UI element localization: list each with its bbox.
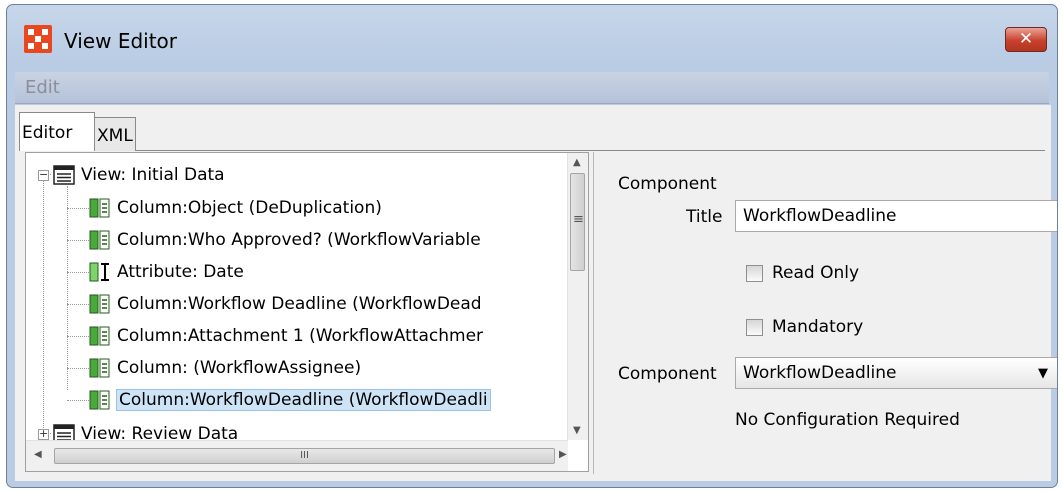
grip-icon: III xyxy=(300,450,309,461)
tree-item-label: Column:Attachment 1 (WorkflowAttachmer xyxy=(117,326,484,346)
configuration-note: No Configuration Required xyxy=(735,410,960,430)
tree-item-column[interactable]: Column:Object (DeDuplication) xyxy=(67,193,382,223)
tree-item-label: View: Initial Data xyxy=(81,165,225,185)
tree-horizontal-scrollbar[interactable]: ◀ III ▶ xyxy=(26,440,568,471)
section-title: Component xyxy=(618,174,717,194)
scroll-down-arrow-icon[interactable]: ▼ xyxy=(573,425,581,436)
tree-item-column-selected[interactable]: Column:WorkflowDeadline (WorkflowDeadli xyxy=(67,385,491,415)
expand-toggle-icon[interactable]: + xyxy=(38,428,49,440)
tree-connector xyxy=(67,239,89,241)
mandatory-checkbox[interactable]: Mandatory xyxy=(746,317,863,337)
tree-vertical-scrollbar[interactable]: ▲ ≡ ▼ xyxy=(567,153,588,440)
tree-item-column[interactable]: Column:Attachment 1 (WorkflowAttachmer xyxy=(67,321,483,351)
title-bar[interactable]: View Editor ✕ xyxy=(7,5,1057,67)
scroll-right-arrow-icon[interactable]: ▶ xyxy=(559,449,567,460)
tree-connector xyxy=(67,367,89,369)
column-icon xyxy=(89,358,110,378)
column-icon xyxy=(89,326,110,346)
view-list-icon xyxy=(53,165,75,185)
column-icon xyxy=(89,390,110,410)
component-selected-value: WorkflowDeadline xyxy=(743,363,897,383)
horizontal-scroll-thumb[interactable]: III xyxy=(54,448,555,464)
tree-item-column[interactable]: Column:Workflow Deadline (WorkflowDead xyxy=(67,289,482,319)
tree-connector xyxy=(67,207,89,209)
tree-item-view-initial-data[interactable]: − View: Initial Data xyxy=(38,160,225,190)
close-icon: ✕ xyxy=(1018,29,1034,49)
read-only-checkbox[interactable]: Read Only xyxy=(746,263,859,283)
component-label: Component xyxy=(618,364,717,384)
window-title: View Editor xyxy=(64,29,178,53)
dropdown-arrow-icon[interactable]: ▼ xyxy=(1038,366,1048,381)
column-icon xyxy=(89,230,110,250)
close-button[interactable]: ✕ xyxy=(1005,27,1047,52)
tree-connector xyxy=(43,174,44,440)
tree-item-label: Column:Object (DeDuplication) xyxy=(117,198,382,218)
app-logo-icon xyxy=(24,25,52,53)
tree-item-label: Column:Workflow Deadline (WorkflowDead xyxy=(117,294,482,314)
column-icon xyxy=(89,198,110,218)
checkbox-box[interactable] xyxy=(746,264,763,282)
scroll-left-arrow-icon[interactable]: ◀ xyxy=(34,449,42,460)
grip-icon: ≡ xyxy=(573,212,584,227)
tree-item-label: Column:Who Approved? (WorkflowVariable xyxy=(117,230,481,250)
title-input[interactable]: WorkflowDeadline xyxy=(735,200,1057,232)
collapse-toggle-icon[interactable]: − xyxy=(38,169,49,181)
component-select[interactable]: WorkflowDeadline ▼ xyxy=(735,357,1057,389)
editor-client-area: Editor XML − View: Initial Data Column:O… xyxy=(15,105,1057,481)
vertical-scroll-thumb[interactable]: ≡ xyxy=(570,173,585,271)
tab-xml[interactable]: XML xyxy=(94,117,136,151)
read-only-label: Read Only xyxy=(772,263,860,283)
tree-connector xyxy=(67,399,89,401)
tab-strip-divider xyxy=(136,150,1045,151)
tab-editor[interactable]: Editor xyxy=(19,112,95,151)
view-editor-window: View Editor ✕ Edit Editor XML − View: In… xyxy=(6,4,1058,488)
tree-connector xyxy=(67,303,89,305)
title-label: Title xyxy=(686,207,723,227)
pane-splitter[interactable] xyxy=(593,152,594,474)
checkbox-box[interactable] xyxy=(746,318,763,336)
tree-item-label: Column:WorkflowDeadline (WorkflowDeadli xyxy=(116,389,491,411)
properties-panel: Component Title WorkflowDeadline Read On… xyxy=(598,152,1057,474)
mandatory-label: Mandatory xyxy=(772,317,864,337)
attribute-icon xyxy=(89,262,109,282)
menu-bar: Edit xyxy=(15,72,1049,104)
tree-item-label: Attribute: Date xyxy=(117,262,244,282)
tree-item-column[interactable]: Column: (WorkflowAssignee) xyxy=(67,353,361,383)
view-tree[interactable]: − View: Initial Data Column:Object (DeDu… xyxy=(25,152,589,472)
tree-item-attribute[interactable]: Attribute: Date xyxy=(67,257,244,287)
menu-item-edit[interactable]: Edit xyxy=(25,77,60,98)
tree-item-label: Column: (WorkflowAssignee) xyxy=(117,358,362,378)
column-icon xyxy=(89,294,110,314)
tree-connector xyxy=(67,271,89,273)
tree-item-column[interactable]: Column:Who Approved? (WorkflowVariable xyxy=(67,225,481,255)
tree-connector xyxy=(67,335,89,337)
scroll-up-arrow-icon[interactable]: ▲ xyxy=(573,157,581,168)
